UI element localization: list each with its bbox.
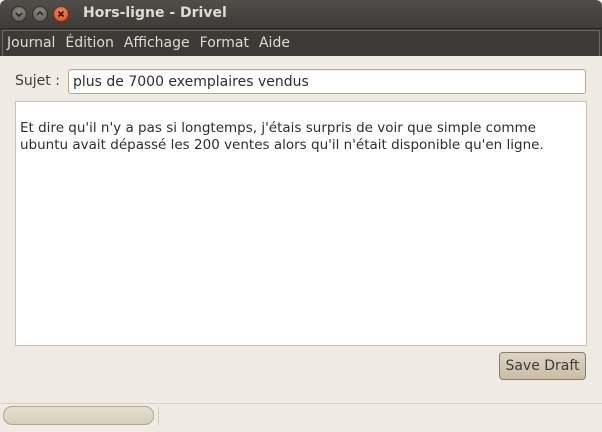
save-draft-button[interactable]: Save Draft — [499, 352, 586, 380]
close-icon — [57, 10, 65, 18]
status-separator — [0, 403, 602, 404]
menu-affichage[interactable]: Affichage — [119, 30, 195, 56]
subject-input[interactable] — [68, 69, 586, 94]
minimize-icon — [15, 12, 23, 18]
app-window: Hors-ligne - Drivel Journal Édition Affi… — [0, 0, 602, 432]
menu-format[interactable]: Format — [195, 30, 254, 56]
menu-edition[interactable]: Édition — [60, 30, 118, 56]
maximize-icon — [36, 10, 44, 16]
close-button[interactable] — [53, 6, 69, 22]
window-title: Hors-ligne - Drivel — [83, 5, 227, 21]
subject-label: Sujet : — [15, 73, 60, 89]
menu-aide[interactable]: Aide — [254, 30, 295, 56]
menu-bar: Journal Édition Affichage Format Aide — [0, 28, 602, 56]
menu-journal[interactable]: Journal — [2, 30, 60, 56]
entry-body-textarea[interactable]: Et dire qu'il n'y a pas si longtemps, j'… — [15, 101, 587, 346]
entry-body-text: Et dire qu'il n'y a pas si longtemps, j'… — [20, 120, 544, 153]
status-bar — [158, 407, 599, 425]
maximize-button[interactable] — [32, 6, 48, 22]
minimize-button[interactable] — [11, 6, 27, 22]
progress-bar — [3, 406, 154, 425]
title-bar: Hors-ligne - Drivel — [0, 0, 602, 28]
